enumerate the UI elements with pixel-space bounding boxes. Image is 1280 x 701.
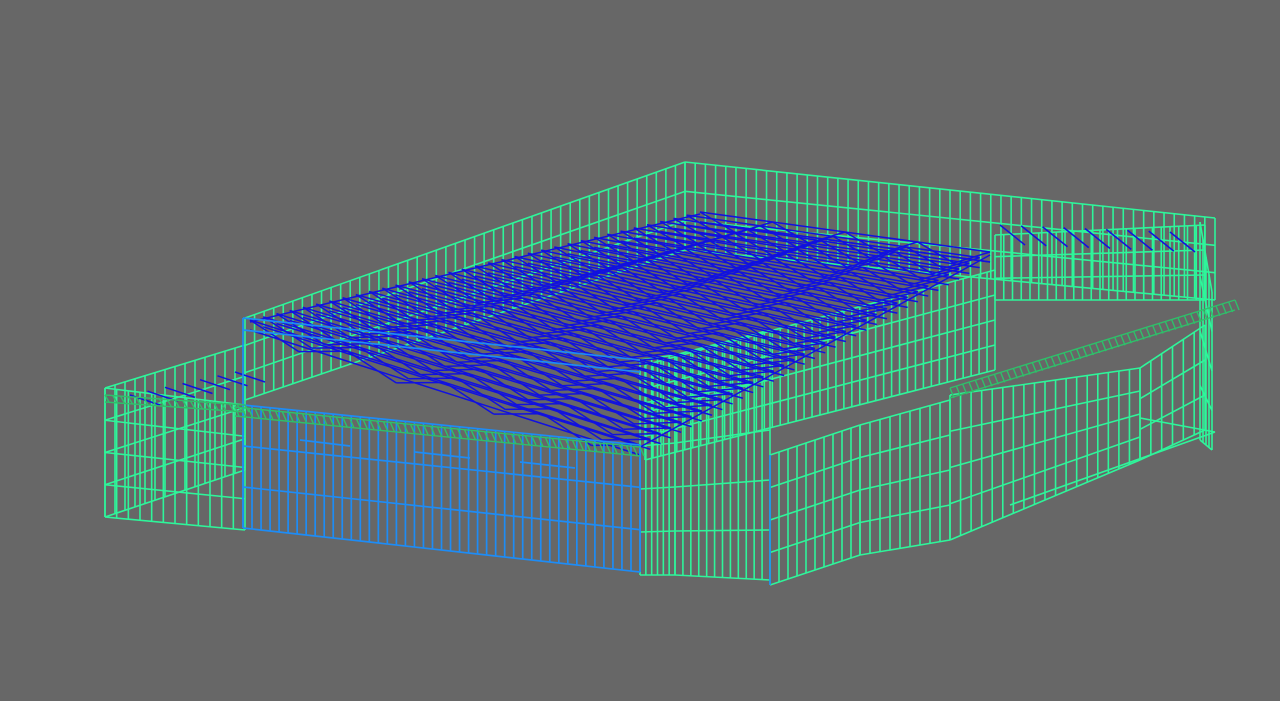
front-eave-beam-lacing — [551, 438, 557, 448]
front-eave-beam-lacing — [497, 432, 503, 443]
right-eave-beam-lacing — [1114, 336, 1120, 348]
right-eave-beam-lacing — [1120, 334, 1126, 346]
front-eave-beam-lacing — [571, 440, 578, 450]
front-eave-beam-lacing — [335, 416, 341, 427]
right-eave-beam-lacing — [1000, 372, 1006, 383]
right-eave-beam-lacing — [1063, 352, 1069, 364]
wing-truss — [1105, 228, 1132, 250]
wing-truss — [1127, 229, 1153, 251]
front-eave-beam-lacing — [423, 425, 429, 435]
right-eave-beam-lacing — [974, 379, 980, 391]
right-eave-beam-lacing — [1012, 368, 1018, 379]
front-eave-beam-lacing — [362, 419, 368, 429]
right-eave-beam-lacing — [1126, 332, 1132, 344]
front-right-wall-b-bottom-plate — [859, 539, 951, 556]
roof-truss-web — [633, 421, 682, 425]
right-eave-beam-lacing — [993, 374, 999, 385]
front-eave-beam-lacing — [369, 420, 375, 430]
right-eave-beam-lacing — [1221, 303, 1227, 315]
door-header — [519, 461, 576, 469]
front-eave-beam-lacing — [477, 430, 483, 441]
right-eave-beam-lacing — [1164, 321, 1170, 332]
roof-truss-layer — [129, 211, 1196, 456]
right-eave-beam-lacing — [1095, 342, 1101, 354]
right-eave-beam-lacing — [1057, 354, 1063, 366]
right-eave-beam-lacing — [1228, 301, 1234, 313]
front-eave-beam-lacing — [524, 435, 530, 445]
right-eave-beam-lacing — [1044, 358, 1050, 369]
right-eave-beam-lacing — [987, 376, 993, 387]
right-eave-beam-lacing — [1101, 340, 1107, 352]
right-eave-beam-lacing — [1031, 362, 1037, 373]
front-eave-beam-lacing — [396, 422, 402, 433]
roof-truss-web — [505, 407, 554, 411]
wing-truss — [1084, 227, 1111, 250]
right-eave-beam-lacing — [1082, 346, 1088, 358]
front-eave-beam-lacing — [315, 414, 321, 425]
front-eave-beam-lacing — [261, 409, 267, 419]
front-right-wall-b-nogging — [859, 434, 951, 459]
right-eave-beam-lacing — [1171, 319, 1177, 330]
right-eave-beam-lacing — [1107, 338, 1113, 350]
center-column-wall-nogging — [639, 530, 676, 533]
roof-truss-web — [601, 438, 651, 441]
right-eave-beam-lacing — [1139, 329, 1145, 340]
steel-frame-building-wireframe — [104, 161, 1240, 586]
left-eave-beam-lacing — [119, 395, 126, 404]
right-eave-beam-lacing — [1019, 366, 1025, 377]
front-right-wall-b-top-plate — [859, 399, 951, 426]
right-eave-beam-lacing — [968, 381, 974, 393]
right-eave-beam-lacing — [1183, 315, 1189, 326]
right-eave-beam-lacing — [1088, 344, 1094, 356]
front-eave-beam-lacing — [450, 428, 456, 438]
right-eave-beam-lacing — [981, 377, 987, 389]
front-eave-beam-lacing — [389, 422, 395, 432]
wing-truss — [234, 371, 266, 383]
front-eave-beam-lacing — [544, 437, 551, 447]
front-eave-beam-lacing — [254, 408, 260, 419]
left-eave-beam-lacing — [189, 400, 196, 409]
roof-truss-web — [612, 432, 661, 436]
front-eave-beam-lacing — [470, 430, 476, 440]
front-eave-beam-lacing — [281, 411, 287, 421]
center-face-wall-nogging — [674, 529, 771, 532]
right-eave-beam-lacing — [1006, 370, 1012, 381]
front-eave-beam-lacing — [504, 433, 510, 443]
right-eave-beam-lacing — [1133, 331, 1139, 342]
3d-viewport[interactable] — [0, 0, 1280, 701]
right-eave-beam-lacing — [1234, 299, 1240, 311]
front-eave-beam-lacing — [443, 427, 449, 437]
front-eave-beam-lacing — [598, 442, 605, 453]
front-eave-beam-lacing — [531, 436, 537, 446]
right-eave-beam-lacing — [1076, 348, 1082, 360]
front-right-wall-b-nogging — [859, 469, 951, 491]
right-eave-beam-lacing — [1190, 313, 1196, 324]
floor-outline — [1009, 431, 1216, 506]
right-eave-beam-lacing — [1025, 364, 1031, 375]
front-eave-beam-lacing — [416, 424, 422, 435]
right-eave-beam-lacing — [1215, 305, 1221, 317]
right-eave-beam-lacing — [1050, 356, 1056, 367]
right-eave-beam-lacing — [1152, 325, 1158, 336]
front-eave-beam-lacing — [578, 440, 584, 451]
right-eave-beam-lacing — [1158, 323, 1164, 334]
front-eave-beam-lacing — [308, 414, 314, 424]
front-right-wall-b-nogging — [859, 504, 951, 524]
right-eave-beam-lacing — [1145, 327, 1151, 338]
right-eave-beam-lacing — [1069, 350, 1075, 362]
right-eave-beam-lacing — [1038, 360, 1044, 371]
roof-truss-web — [516, 402, 565, 406]
front-eave-beam-lacing — [288, 412, 294, 422]
right-eave-beam-lacing — [1177, 317, 1183, 328]
front-eave-beam-lacing — [342, 417, 348, 427]
